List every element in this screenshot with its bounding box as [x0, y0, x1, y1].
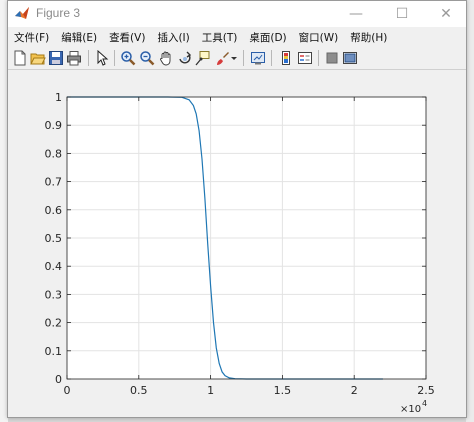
- menu-window[interactable]: 窗口(W): [293, 30, 345, 45]
- y-tick-label: 0.2: [45, 317, 63, 330]
- menu-help[interactable]: 帮助(H): [344, 30, 393, 45]
- x-tick-label: 1: [207, 384, 214, 397]
- zoom-out-icon[interactable]: [139, 50, 155, 66]
- x-tick-label: 2.5: [417, 384, 435, 397]
- toolbar-separator: [88, 50, 89, 66]
- y-tick-label: 0.6: [45, 204, 63, 217]
- line-chart[interactable]: 0 0.5 1 1.5 2 2.5 0 0.1 0.2 0.3 0.4 0.5 0.6 0.7 0.8 0.9…: [8, 70, 466, 417]
- show-plot-tools-icon[interactable]: [342, 50, 358, 66]
- title-bar[interactable]: Figure 3 — ☐ ✕: [8, 1, 466, 27]
- menu-file[interactable]: 文件(F): [8, 30, 55, 45]
- toolbar-separator: [114, 50, 115, 66]
- toolbar-separator: [271, 50, 272, 66]
- x-tick-label: 0.5: [130, 384, 148, 397]
- toolbar-separator: [243, 50, 244, 66]
- window-title: Figure 3: [36, 6, 81, 20]
- open-file-icon[interactable]: [30, 50, 46, 66]
- menu-tools[interactable]: 工具(T): [196, 30, 244, 45]
- minimize-icon: —: [349, 6, 363, 22]
- maximize-icon: ☐: [395, 6, 409, 22]
- figure-canvas[interactable]: 0 0.5 1 1.5 2 2.5 0 0.1 0.2 0.3 0.4 0.5 0.6 0.7 0.8 0.9…: [8, 70, 466, 417]
- y-tick-label: 0: [55, 373, 62, 386]
- y-tick-label: 0.1: [45, 345, 63, 358]
- matlab-app-icon: [15, 7, 29, 19]
- x-exponent-label: ×10: [400, 404, 421, 415]
- close-button[interactable]: ✕: [426, 1, 466, 27]
- hide-plot-tools-icon[interactable]: [324, 50, 340, 66]
- y-tick-label: 0.3: [45, 288, 63, 301]
- save-icon[interactable]: [48, 50, 64, 66]
- print-icon[interactable]: [66, 50, 82, 66]
- pan-hand-icon[interactable]: [158, 50, 174, 66]
- brush-icon[interactable]: [214, 50, 230, 66]
- y-tick-label: 0.7: [45, 176, 63, 189]
- maximize-button[interactable]: ☐: [382, 1, 422, 27]
- menu-desktop[interactable]: 桌面(D): [243, 30, 292, 45]
- insert-legend-icon[interactable]: [297, 50, 313, 66]
- figure-toolbar: [8, 47, 466, 70]
- rotate-3d-icon[interactable]: [177, 50, 193, 66]
- insert-colorbar-icon[interactable]: [278, 50, 294, 66]
- y-tick-label: 0.4: [45, 260, 63, 273]
- edit-plot-arrow-icon[interactable]: [94, 50, 110, 66]
- toolbar-separator: [318, 50, 319, 66]
- menu-bar: 文件(F) 编辑(E) 查看(V) 插入(I) 工具(T) 桌面(D) 窗口(W…: [8, 27, 466, 47]
- figure-window: Figure 3 — ☐ ✕ 文件(F) 编辑(E) 查看(V) 插入(I) 工…: [7, 0, 467, 418]
- y-tick-label: 0.8: [45, 147, 63, 160]
- menu-edit[interactable]: 编辑(E): [55, 30, 103, 45]
- y-tick-label: 1: [55, 91, 62, 104]
- y-tick-label: 0.5: [45, 232, 63, 245]
- menu-insert[interactable]: 插入(I): [151, 30, 195, 45]
- x-tick-label: 1.5: [274, 384, 292, 397]
- close-icon: ✕: [440, 6, 452, 22]
- link-plot-icon[interactable]: [250, 50, 266, 66]
- minimize-button[interactable]: —: [336, 1, 376, 27]
- zoom-in-icon[interactable]: [120, 50, 136, 66]
- new-figure-icon[interactable]: [12, 50, 28, 66]
- background-window-edge: [466, 0, 474, 422]
- brush-dropdown-icon[interactable]: [230, 50, 238, 66]
- data-cursor-icon[interactable]: [195, 50, 211, 66]
- x-tick-label: 2: [351, 384, 358, 397]
- menu-view[interactable]: 查看(V): [103, 30, 151, 45]
- y-tick-label: 0.9: [45, 119, 63, 132]
- x-tick-label: 0: [64, 384, 71, 397]
- x-exponent-power: 4: [422, 399, 427, 408]
